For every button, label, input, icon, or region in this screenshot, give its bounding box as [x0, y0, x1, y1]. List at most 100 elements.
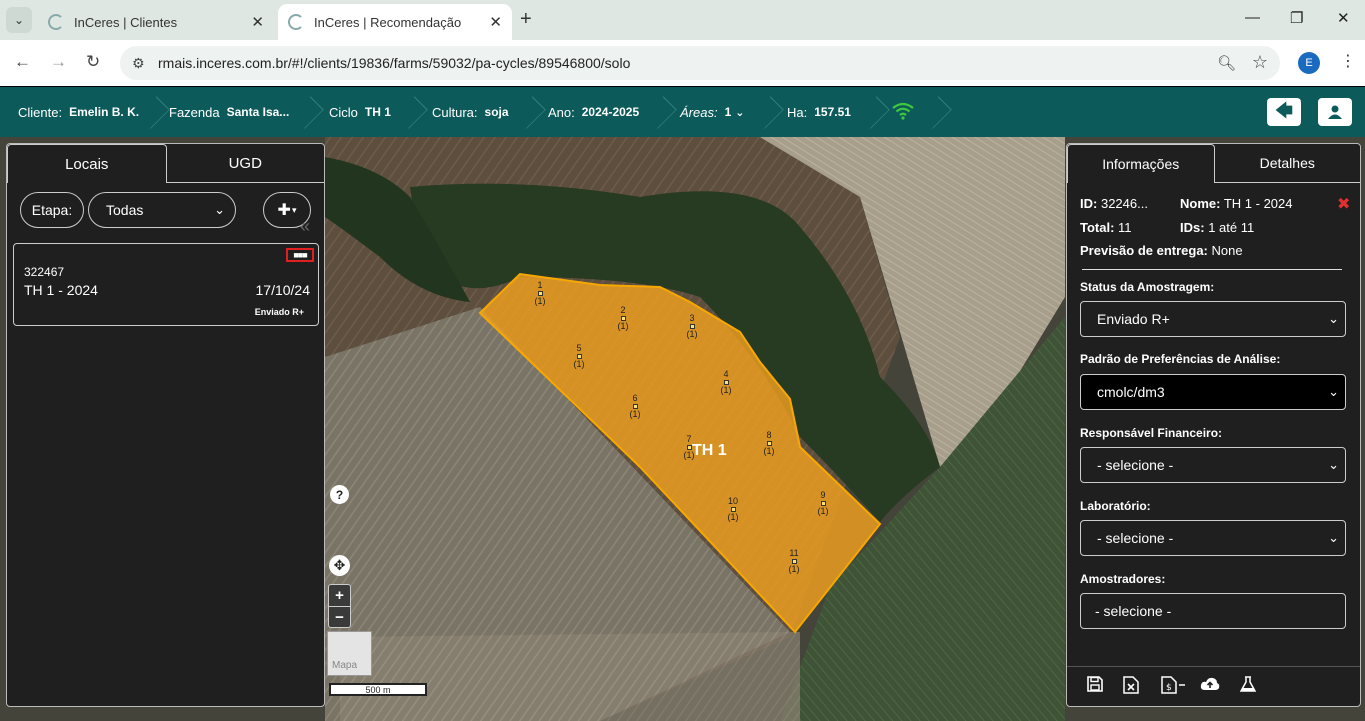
- sample-point-10[interactable]: 10 (1): [721, 497, 745, 522]
- chevron-down-icon[interactable]: ⌄: [735, 106, 744, 119]
- zoom-icon[interactable]: 🔍︎: [1217, 54, 1236, 72]
- more-options-icon[interactable]: ■■■: [286, 248, 314, 262]
- amostradores-select[interactable]: - selecione -: [1080, 593, 1346, 629]
- minimize-icon[interactable]: —: [1245, 9, 1260, 26]
- zoom-in-button[interactable]: +: [329, 585, 350, 606]
- browser-tab-clientes[interactable]: InCeres | Clientes ✕: [38, 4, 274, 40]
- nome-label: Nome:: [1180, 196, 1221, 211]
- app-header: Cliente: Emelin B. K. Fazenda Santa Isa.…: [0, 87, 1365, 137]
- excel-export-icon[interactable]: [1123, 676, 1139, 699]
- basemap-toggle[interactable]: Mapa: [327, 631, 372, 676]
- sample-point-id: 6: [632, 393, 638, 403]
- close-icon[interactable]: ✖: [1337, 194, 1350, 214]
- crumb-fazenda[interactable]: Fazenda Santa Isa...: [169, 87, 289, 137]
- url-text[interactable]: rmais.inceres.com.br/#!/clients/19836/fa…: [158, 55, 630, 71]
- basemap-label: Mapa: [332, 660, 358, 671]
- sample-point-count: (1): [788, 564, 800, 574]
- cliente-label: Cliente:: [18, 104, 63, 120]
- tab-ugd[interactable]: UGD: [166, 144, 324, 183]
- sample-point-8[interactable]: 8 (1): [757, 431, 781, 456]
- back-icon[interactable]: ←: [14, 52, 31, 72]
- tab-search-button[interactable]: ⌄: [6, 7, 32, 33]
- crumb-cultura[interactable]: Cultura: soja: [432, 87, 509, 137]
- reload-icon[interactable]: ↻: [86, 52, 100, 72]
- fazenda-value: Santa Isa...: [226, 105, 290, 119]
- tab-title: InCeres | Recomendação: [314, 14, 462, 30]
- forward-icon[interactable]: →: [50, 52, 67, 72]
- close-window-icon[interactable]: ✕: [1337, 9, 1350, 27]
- close-tab-icon[interactable]: ✕: [489, 13, 502, 31]
- id-info: ID: 32246...: [1080, 196, 1148, 211]
- info-panel: Informações Detalhes ID: 32246... Nome: …: [1066, 143, 1361, 707]
- crumb-areas[interactable]: Áreas: 1 ⌄: [680, 87, 744, 137]
- help-icon[interactable]: ?: [330, 485, 349, 504]
- bookmark-star-icon[interactable]: ☆: [1252, 52, 1268, 73]
- tab-title: InCeres | Clientes: [74, 14, 178, 30]
- sample-point-count: (1): [817, 506, 829, 516]
- chevron-down-icon: ⌄: [1328, 457, 1339, 472]
- divider: [1082, 269, 1342, 270]
- status-amostragem-select[interactable]: Enviado R+ ⌄: [1080, 301, 1346, 337]
- pan-icon[interactable]: ✥: [329, 555, 350, 576]
- status-amostragem-label: Status da Amostragem:: [1080, 280, 1215, 294]
- locais-panel: Locais UGD Etapa: Todas ⌄ ✚ ▾ « ■■■ 32246…: [6, 143, 325, 707]
- sample-point-9[interactable]: 9 (1): [811, 491, 835, 516]
- crumb-ano[interactable]: Ano: 2024-2025: [548, 87, 639, 137]
- breadcrumb-separator: [524, 93, 534, 131]
- sample-point-count: (1): [763, 446, 775, 456]
- svg-text:$: $: [1166, 683, 1172, 693]
- save-icon[interactable]: [1087, 676, 1103, 697]
- laboratorio-select[interactable]: - selecione - ⌄: [1080, 520, 1346, 556]
- tab-informacoes[interactable]: Informações: [1067, 144, 1215, 183]
- site-settings-icon[interactable]: ⚙: [132, 55, 158, 72]
- nome-value: TH 1 - 2024: [1223, 196, 1293, 211]
- tab-locais[interactable]: Locais: [7, 144, 167, 183]
- sample-point-5[interactable]: 5 (1): [567, 344, 591, 369]
- sample-point-11[interactable]: 11 (1): [782, 549, 806, 574]
- chevron-down-icon: ⌄: [1328, 384, 1339, 399]
- flask-icon[interactable]: [1239, 676, 1257, 698]
- browser-tab-recomendacao[interactable]: InCeres | Recomendação ✕: [278, 4, 512, 40]
- previsao-label: Previsão de entrega:: [1080, 243, 1208, 258]
- back-arrow-button[interactable]: 🡄: [1267, 98, 1301, 126]
- responsavel-financeiro-select[interactable]: - selecione - ⌄: [1080, 447, 1346, 483]
- sample-point-1[interactable]: 1 (1): [528, 281, 552, 306]
- laboratorio-label: Laboratório:: [1080, 499, 1151, 513]
- url-field[interactable]: ⚙ rmais.inceres.com.br/#!/clients/19836/…: [120, 46, 1280, 80]
- sample-point-id: 3: [689, 313, 695, 323]
- crumb-ciclo[interactable]: Ciclo TH 1: [329, 87, 391, 137]
- crumb-cliente[interactable]: Cliente: Emelin B. K.: [18, 87, 139, 137]
- new-tab-button[interactable]: +: [520, 8, 532, 31]
- sample-point-id: 8: [766, 430, 772, 440]
- tab-detalhes[interactable]: Detalhes: [1214, 144, 1360, 183]
- footer-divider: [1067, 666, 1360, 667]
- padrao-preferencias-select[interactable]: cmolc/dm3 ⌄: [1080, 374, 1346, 410]
- sample-point-3[interactable]: 3 (1): [680, 314, 704, 339]
- zoom-control: + −: [328, 584, 351, 628]
- ha-value: 157.51: [814, 105, 851, 119]
- field-label: TH 1: [692, 442, 727, 459]
- cloud-upload-icon[interactable]: [1200, 676, 1220, 697]
- restore-icon[interactable]: ❐: [1290, 9, 1303, 27]
- sample-point-id: 4: [723, 369, 729, 379]
- close-tab-icon[interactable]: ✕: [251, 13, 264, 31]
- sampling-card[interactable]: ■■■ 322467 TH 1 - 2024 17/10/24 Enviado …: [13, 243, 319, 326]
- browser-menu-icon[interactable]: ⋮: [1340, 51, 1356, 71]
- sample-point-4[interactable]: 4 (1): [714, 370, 738, 395]
- wifi-icon: [892, 102, 914, 125]
- card-date: 17/10/24: [255, 282, 311, 298]
- user-icon[interactable]: [1318, 98, 1352, 126]
- etapa-select[interactable]: Todas ⌄: [88, 192, 236, 228]
- breadcrumb-separator: [868, 93, 878, 131]
- sample-point-count: (1): [573, 359, 585, 369]
- profile-avatar[interactable]: E: [1298, 52, 1320, 74]
- nome-info: Nome: TH 1 - 2024: [1180, 196, 1293, 211]
- report-dropdown-icon[interactable]: $: [1161, 676, 1187, 699]
- sample-point-2[interactable]: 2 (1): [611, 306, 635, 331]
- ha-label: Ha:: [787, 104, 808, 120]
- sample-point-6[interactable]: 6 (1): [623, 394, 647, 419]
- sample-point-count: (1): [629, 409, 641, 419]
- total-label: Total:: [1080, 220, 1115, 235]
- zoom-out-button[interactable]: −: [329, 606, 350, 627]
- sample-point-count: (1): [727, 512, 739, 522]
